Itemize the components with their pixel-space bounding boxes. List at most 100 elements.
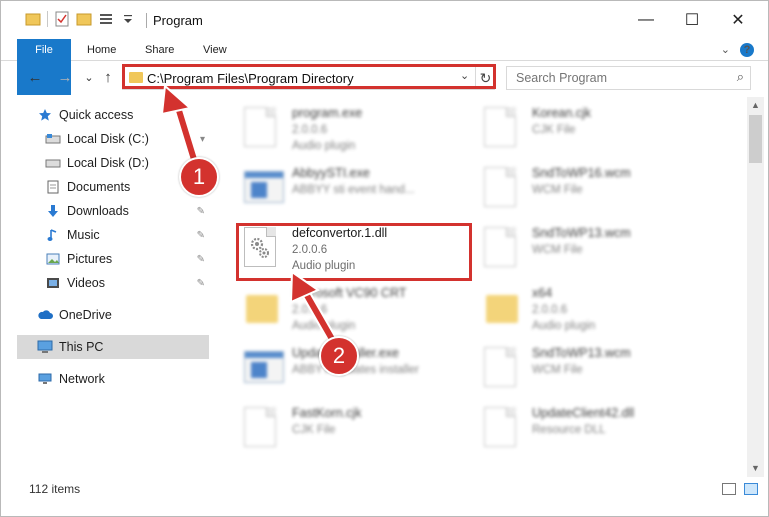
navigation-bar: ← → ⌄ ↑ C:\Program Files\Program Directo… — [1, 62, 768, 94]
file-icon — [484, 227, 522, 271]
application-icon — [244, 167, 284, 211]
toolbar-divider — [47, 11, 48, 27]
quick-access-toolbar — [25, 11, 136, 27]
tiles-view-icon[interactable] — [744, 483, 758, 495]
address-dropdown-icon[interactable]: ⌄ — [460, 69, 469, 82]
file-detail: 2.0.0.6 — [292, 124, 328, 136]
file-item[interactable]: UpdateClient42.dll Resource DLL — [474, 401, 704, 457]
network-icon — [37, 371, 53, 387]
file-item[interactable]: SndToWP16.wcm WCM File — [474, 161, 704, 217]
address-bar[interactable]: C:\Program Files\Program Directory ⌄ ↻ — [122, 66, 495, 90]
file-name: UpdateClient42.dll — [532, 406, 635, 420]
address-path[interactable]: C:\Program Files\Program Directory — [147, 71, 354, 86]
sidebar-item-videos[interactable]: Videos ✎ — [45, 271, 209, 295]
ribbon-collapse-icon[interactable]: ⌄ — [721, 43, 730, 57]
file-detail: WCM File — [532, 364, 583, 376]
file-detail: CJK File — [292, 424, 336, 436]
file-item[interactable]: FastKorn.cjk CJK File — [234, 401, 464, 457]
recent-locations-button[interactable]: ⌄ — [79, 68, 99, 88]
help-icon[interactable]: ? — [740, 43, 754, 57]
file-detail: Audio plugin — [292, 320, 356, 332]
sidebar-item-label: Pictures — [67, 252, 113, 266]
scroll-down-icon[interactable]: ▼ — [747, 460, 764, 477]
properties-icon[interactable] — [54, 11, 70, 27]
star-icon — [37, 107, 53, 123]
tab-view[interactable]: View — [191, 39, 239, 61]
sidebar-item-network[interactable]: Network — [37, 367, 209, 391]
search-input[interactable] — [507, 67, 717, 89]
sidebar-item-label: Local Disk (D:) — [67, 156, 149, 170]
sidebar-item-local-disk-c[interactable]: Local Disk (C:) ▾ — [45, 127, 209, 151]
sidebar-item-this-pc[interactable]: This PC — [17, 335, 209, 359]
cloud-icon — [37, 307, 53, 323]
up-button[interactable]: ↑ — [98, 68, 118, 88]
file-detail: Audio plugin — [292, 140, 356, 152]
maximize-button[interactable]: ☐ — [669, 1, 715, 39]
forward-button[interactable]: → — [55, 68, 75, 88]
search-icon[interactable]: ⌕ — [737, 69, 744, 85]
sidebar-item-onedrive[interactable]: OneDrive — [37, 303, 209, 327]
file-view: program.exe 2.0.0.6 Audio plugin Korean.… — [226, 97, 744, 477]
sidebar-item-label: Local Disk (C:) — [67, 132, 149, 146]
tab-share[interactable]: Share — [133, 39, 186, 61]
tab-home[interactable]: Home — [75, 39, 128, 61]
chevron-down-icon[interactable] — [120, 11, 136, 27]
vertical-scrollbar[interactable]: ▲ ▼ — [747, 97, 764, 477]
file-icon — [484, 167, 522, 211]
pin-icon[interactable]: ✎ — [197, 230, 205, 241]
file-item[interactable]: program.exe 2.0.0.6 Audio plugin — [234, 101, 464, 157]
details-view-icon[interactable] — [722, 483, 736, 495]
sidebar-item-label: Network — [59, 372, 105, 386]
pictures-icon — [45, 251, 61, 267]
file-name: SndToWP13.wcm — [532, 226, 631, 240]
file-item[interactable]: Microsoft VC90 CRT 2.0.0.6 Audio plugin — [234, 281, 464, 337]
refresh-button[interactable]: ↻ — [475, 67, 495, 89]
pin-icon[interactable]: ✎ — [197, 278, 205, 289]
sidebar-item-label: Music — [67, 228, 100, 242]
sidebar-item-downloads[interactable]: Downloads ✎ — [45, 199, 209, 223]
computer-icon — [37, 339, 53, 355]
file-item-defconvertor[interactable]: defconvertor.1.dll 2.0.0.6 Audio plugin — [234, 221, 464, 277]
new-folder-icon[interactable] — [76, 11, 92, 27]
folder-icon[interactable] — [25, 11, 41, 27]
file-name: x64 — [532, 286, 553, 300]
scroll-up-icon[interactable]: ▲ — [747, 97, 764, 114]
pin-icon[interactable]: ▾ — [200, 134, 205, 145]
close-button[interactable]: ✕ — [715, 1, 761, 39]
file-name: SndToWP16.wcm — [532, 166, 631, 180]
back-button[interactable]: ← — [25, 68, 45, 88]
sidebar-item-label: OneDrive — [59, 308, 112, 322]
sidebar-item-quick-access[interactable]: Quick access — [37, 103, 209, 127]
file-item[interactable]: SndToWP13.wcm WCM File — [474, 221, 704, 277]
sidebar-item-label: This PC — [59, 340, 104, 354]
file-item[interactable]: AbbyySTI.exe ABBYY sti event hand... — [234, 161, 464, 217]
search-box[interactable]: ⌕ — [506, 66, 751, 90]
file-detail: Resource DLL — [532, 424, 606, 436]
pin-icon[interactable]: ✎ — [197, 254, 205, 265]
minimize-button[interactable]: — — [623, 1, 669, 39]
videos-icon — [45, 275, 61, 291]
sidebar-item-label: Quick access — [59, 108, 134, 122]
navigation-pane: Quick access Local Disk (C:) ▾ Local Dis… — [1, 97, 216, 477]
folder-icon — [129, 72, 143, 83]
file-name: SndToWP13.wcm — [532, 346, 631, 360]
file-item[interactable]: x64 2.0.0.6 Audio plugin — [474, 281, 704, 337]
file-name: AbbyySTI.exe — [292, 166, 370, 180]
file-icon — [484, 107, 522, 151]
scroll-thumb[interactable] — [749, 115, 762, 163]
pin-icon[interactable]: ✎ — [197, 206, 205, 217]
file-item[interactable]: Korean.cjk CJK File — [474, 101, 704, 157]
file-item[interactable]: SndToWP13.wcm WCM File — [474, 341, 704, 397]
ribbon-controls: ⌄ ? — [721, 43, 754, 57]
ribbon-tabs: File Home Share View ⌄ ? — [1, 39, 768, 95]
file-detail: Audio plugin — [532, 320, 596, 332]
drive-icon — [45, 131, 61, 147]
item-count: 112 items — [29, 482, 81, 496]
annotation-badge-2: 2 — [319, 336, 359, 376]
sidebar-item-music[interactable]: Music ✎ — [45, 223, 209, 247]
annotation-badge-1: 1 — [179, 157, 219, 197]
sidebar-item-pictures[interactable]: Pictures ✎ — [45, 247, 209, 271]
customize-icon[interactable] — [98, 11, 114, 27]
file-detail: Audio plugin — [292, 260, 356, 272]
downloads-icon — [45, 203, 61, 219]
